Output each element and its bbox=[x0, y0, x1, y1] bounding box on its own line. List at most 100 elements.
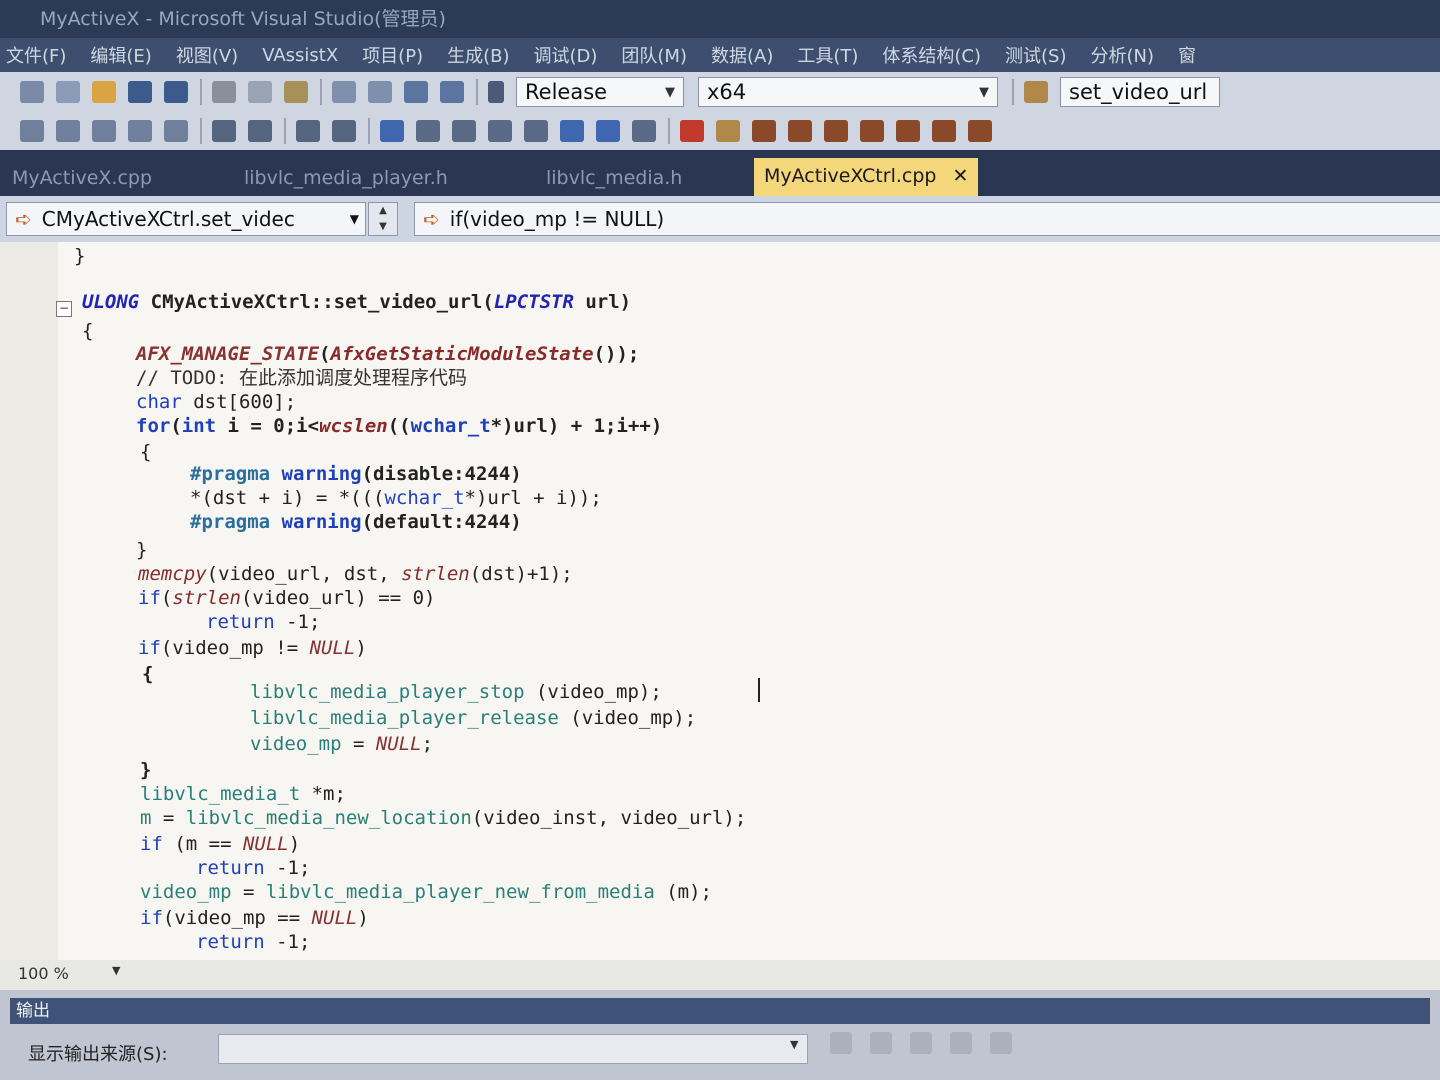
next-bookmark-icon[interactable] bbox=[452, 120, 476, 142]
previous-bookmark-document-icon[interactable] bbox=[560, 120, 584, 142]
toggle-word-wrap-icon[interactable] bbox=[990, 1032, 1012, 1054]
clear-all-icon[interactable] bbox=[950, 1032, 972, 1054]
code-line: AFX_MANAGE_STATE(AfxGetStaticModuleState… bbox=[136, 343, 640, 365]
menu-debug[interactable]: 调试(D) bbox=[534, 42, 598, 68]
tab-myactivexctrl-cpp[interactable]: MyActiveXCtrl.cpp ✕ bbox=[754, 158, 979, 196]
menu-bar: 文件(F) 编辑(E) 视图(V) VAssistX 项目(P) 生成(B) 调… bbox=[0, 38, 1440, 72]
va-spell-check-icon[interactable] bbox=[932, 120, 956, 142]
tab-libvlc-media-player-h[interactable]: libvlc_media_player.h bbox=[244, 160, 448, 196]
code-line: libvlc_media_t *m; bbox=[140, 783, 346, 805]
output-source-label: 显示输出来源(S): bbox=[28, 1044, 168, 1065]
code-line: char dst[600]; bbox=[136, 391, 297, 413]
code-line: if(video_mp != NULL) bbox=[138, 637, 367, 659]
member-dropdown[interactable]: ➪ if(video_mp != NULL) bbox=[414, 202, 1440, 236]
va-outline-icon[interactable] bbox=[716, 120, 740, 142]
code-line: } bbox=[136, 539, 148, 561]
toggle-bookmark-icon[interactable] bbox=[380, 120, 404, 142]
menu-vassistx[interactable]: VAssistX bbox=[262, 45, 338, 66]
va-find-references-icon[interactable] bbox=[788, 120, 812, 142]
start-debugging-icon[interactable] bbox=[488, 81, 504, 103]
code-line: if(strlen(video_url) == 0) bbox=[138, 587, 436, 609]
previous-bookmark-icon[interactable] bbox=[416, 120, 440, 142]
previous-bookmark-folder-icon[interactable] bbox=[488, 120, 512, 142]
clear-bookmarks-icon[interactable] bbox=[632, 120, 656, 142]
quick-info-icon[interactable] bbox=[92, 120, 116, 142]
display-word-icon[interactable] bbox=[164, 120, 188, 142]
go-to-previous-message-icon[interactable] bbox=[830, 1032, 852, 1054]
tab-myactivex-cpp[interactable]: MyActiveX.cpp bbox=[12, 160, 152, 196]
toolbar-separator bbox=[476, 79, 478, 105]
toolbar-separator bbox=[320, 79, 322, 105]
menu-file[interactable]: 文件(F) bbox=[6, 42, 66, 68]
object-browser-icon[interactable] bbox=[20, 120, 44, 142]
find-combo[interactable]: set_video_url bbox=[1060, 77, 1220, 107]
paste-icon[interactable] bbox=[284, 81, 308, 103]
code-editor[interactable]: − } ULONG CMyActiveXCtrl::set_video_url(… bbox=[0, 242, 1440, 960]
va-goto-icon[interactable] bbox=[752, 120, 776, 142]
menu-build[interactable]: 生成(B) bbox=[447, 42, 509, 68]
menu-data[interactable]: 数据(A) bbox=[711, 42, 773, 68]
decrease-indent-icon[interactable] bbox=[212, 120, 236, 142]
code-line: for(int i = 0;i<wcslen((wchar_t*)url) + … bbox=[136, 415, 663, 437]
menu-edit[interactable]: 编辑(E) bbox=[90, 42, 151, 68]
navigate-forward-icon[interactable] bbox=[440, 81, 464, 103]
code-line: m = libvlc_media_new_location(video_inst… bbox=[140, 807, 747, 829]
find-in-files-icon[interactable] bbox=[1024, 81, 1048, 103]
code-text[interactable]: } ULONG CMyActiveXCtrl::set_video_url(LP… bbox=[0, 242, 1440, 960]
find-message-icon[interactable] bbox=[910, 1032, 932, 1054]
code-line: } bbox=[74, 245, 86, 267]
add-item-icon[interactable] bbox=[56, 81, 80, 103]
chevron-down-icon[interactable]: ▼ bbox=[790, 1038, 798, 1051]
output-source-select[interactable] bbox=[218, 1034, 808, 1064]
menu-view[interactable]: 视图(V) bbox=[176, 42, 238, 68]
new-project-icon[interactable] bbox=[20, 81, 44, 103]
menu-architecture[interactable]: 体系结构(C) bbox=[882, 42, 981, 68]
chevron-down-icon[interactable]: ▼ bbox=[112, 964, 120, 977]
uncomment-icon[interactable] bbox=[332, 120, 356, 142]
tab-libvlc-media-h[interactable]: libvlc_media.h bbox=[546, 160, 682, 196]
solution-platform-select[interactable]: x64 ▼ bbox=[698, 77, 998, 107]
va-find-symbol-icon[interactable] bbox=[860, 120, 884, 142]
open-folder-icon[interactable] bbox=[92, 81, 116, 103]
save-icon[interactable] bbox=[128, 81, 152, 103]
complete-word-icon[interactable] bbox=[128, 120, 152, 142]
comment-out-icon[interactable] bbox=[296, 120, 320, 142]
code-line: libvlc_media_player_stop (video_mp); bbox=[250, 681, 662, 703]
menu-window[interactable]: 窗 bbox=[1178, 42, 1196, 68]
parameter-info-icon[interactable] bbox=[56, 120, 80, 142]
navigate-backward-icon[interactable] bbox=[404, 81, 428, 103]
platform-value: x64 bbox=[707, 80, 747, 104]
next-bookmark-folder-icon[interactable] bbox=[524, 120, 548, 142]
scope-dropdown[interactable]: ➪ CMyActiveXCtrl.set_videc ▼ bbox=[6, 202, 366, 236]
code-line: #pragma warning(disable:4244) bbox=[190, 463, 522, 485]
menu-team[interactable]: 团队(M) bbox=[621, 42, 687, 68]
redo-icon[interactable] bbox=[368, 81, 392, 103]
menu-analyze[interactable]: 分析(N) bbox=[1091, 42, 1155, 68]
va-options-icon[interactable] bbox=[968, 120, 992, 142]
go-to-next-message-icon[interactable] bbox=[870, 1032, 892, 1054]
scope-value: CMyActiveXCtrl.set_videc bbox=[41, 207, 295, 231]
method-icon: ➪ bbox=[423, 207, 440, 231]
breakpoint-icon[interactable] bbox=[680, 120, 704, 142]
close-icon[interactable]: ✕ bbox=[952, 165, 968, 187]
zoom-level[interactable]: 100 % bbox=[18, 964, 69, 983]
undo-icon[interactable] bbox=[332, 81, 356, 103]
code-line: { bbox=[140, 441, 152, 463]
code-line: if(video_mp == NULL) bbox=[140, 907, 369, 929]
next-bookmark-document-icon[interactable] bbox=[596, 120, 620, 142]
va-refactor-icon[interactable] bbox=[896, 120, 920, 142]
code-line: return -1; bbox=[196, 857, 311, 879]
split-handle[interactable]: ▲ ▼ bbox=[368, 202, 398, 236]
cut-icon[interactable] bbox=[212, 81, 236, 103]
increase-indent-icon[interactable] bbox=[248, 120, 272, 142]
menu-test[interactable]: 测试(S) bbox=[1005, 42, 1066, 68]
menu-tools[interactable]: 工具(T) bbox=[797, 42, 858, 68]
solution-configuration-select[interactable]: Release ▼ bbox=[516, 77, 684, 107]
find-value: set_video_url bbox=[1069, 80, 1208, 104]
menu-project[interactable]: 项目(P) bbox=[362, 42, 423, 68]
copy-icon[interactable] bbox=[248, 81, 272, 103]
navigation-bar: ➪ CMyActiveXCtrl.set_videc ▼ ▲ ▼ ➪ if(vid… bbox=[0, 196, 1440, 243]
save-all-icon[interactable] bbox=[164, 81, 188, 103]
configuration-value: Release bbox=[525, 80, 608, 104]
va-open-file-icon[interactable] bbox=[824, 120, 848, 142]
